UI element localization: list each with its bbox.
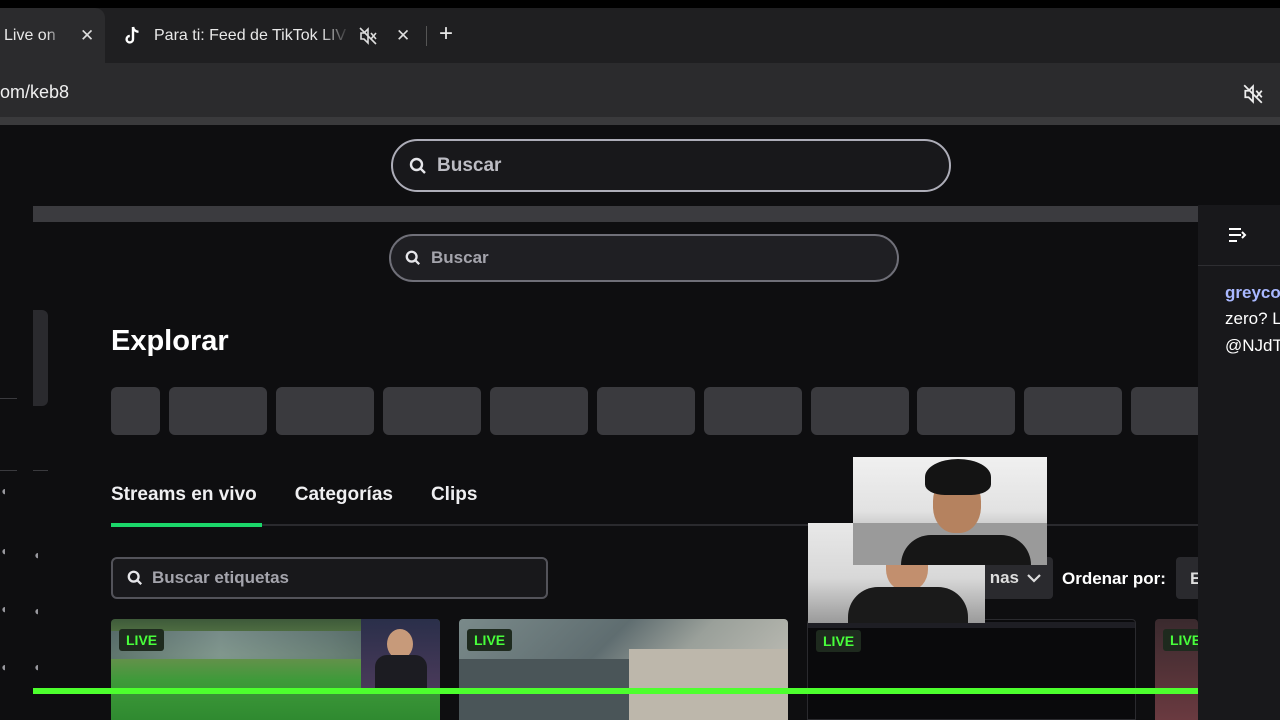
window-top-strip [0,0,1280,8]
search-icon [409,157,426,174]
tab-streams-en-vivo[interactable]: Streams en vivo [111,484,257,506]
rail-divider [0,470,17,471]
person-shirt [901,535,1031,565]
category-chip[interactable] [811,387,909,435]
tab-tiktok-feed[interactable]: Para ti: Feed de TikTok LIV ✕ [122,8,422,63]
tab-label: Live on [4,26,56,44]
person-hair [925,459,991,495]
tag-search-placeholder: Buscar etiquetas [152,568,289,587]
category-chip[interactable] [704,387,802,435]
chrome-divider [0,117,1280,125]
inner-frame-top-bar [33,206,1198,222]
language-label: nas [989,568,1019,587]
tab-clips[interactable]: Clips [431,484,477,506]
search-input-inner[interactable]: Buscar [389,234,899,282]
category-chip[interactable] [597,387,695,435]
category-chip[interactable] [1131,387,1198,435]
tab-label: Para ti: Feed de TikTok LIV [154,26,347,44]
sort-label: Ordenar por: [1062,569,1166,588]
explore-tabs: Streams en vivo Categorías Clips [111,484,477,506]
search-placeholder: Buscar [437,154,502,176]
webcam-overlay-front [853,457,1047,565]
chat-username[interactable]: greyco [1225,283,1280,303]
live-badge: LIVE [119,629,165,651]
chat-collapse-icon[interactable] [1229,228,1247,247]
close-tab-icon[interactable]: ✕ [396,26,410,46]
stream-thumbnail[interactable]: LIVE [807,619,1136,720]
address-bar[interactable] [0,63,1280,117]
game-ground [629,649,788,720]
search-icon [127,570,143,586]
page-title: Explorar [111,325,229,357]
live-badge: LIVE [816,630,862,652]
category-chip[interactable] [276,387,374,435]
tiktok-icon [122,26,142,46]
chat-top-area [1198,125,1280,205]
search-placeholder: Buscar [431,248,489,267]
sort-value: E [1190,569,1198,588]
channel-icon[interactable]: ◖ [33,660,41,674]
close-tab-icon[interactable]: ✕ [80,26,94,46]
tab-live[interactable]: Live on ✕ [0,8,105,63]
tab-categorias[interactable]: Categorías [295,484,393,506]
chat-panel [1198,125,1280,720]
category-chip[interactable] [1024,387,1122,435]
channel-icon[interactable]: ◖ [0,660,8,674]
left-rail [0,125,33,720]
stream-thumbnail[interactable]: LIVE [459,619,788,720]
active-tab-indicator [111,523,262,527]
url-text[interactable]: om/keb8 [0,82,69,103]
new-tab-button[interactable]: + [439,20,453,48]
channel-icon[interactable]: ◖ [0,602,8,616]
channel-icon[interactable]: ◖ [0,544,8,558]
live-badge: LIVE [1163,629,1198,651]
progress-line [33,688,1198,694]
rail-divider [33,470,48,471]
streamer-body [375,655,427,689]
category-chip[interactable] [111,387,160,435]
sort-dropdown[interactable]: E [1176,557,1198,599]
chat-message-line: @NJdT [1225,336,1280,355]
category-chip[interactable] [169,387,267,435]
streamer-cam [361,619,440,689]
person-shirt [848,587,968,623]
muted-icon[interactable] [358,26,378,46]
channel-icon[interactable]: ◖ [33,604,41,618]
chat-message-line: zero? L [1225,309,1280,328]
tab-divider [426,26,427,46]
site-muted-icon[interactable] [1242,83,1264,110]
tag-search-input[interactable]: Buscar etiquetas [111,557,548,599]
sidebar-collapse-handle[interactable] [33,310,48,406]
category-chip[interactable] [917,387,1015,435]
rail-divider [0,398,17,399]
category-chip[interactable] [490,387,588,435]
stream-thumbnail[interactable]: LIVE [1155,619,1198,720]
channel-icon[interactable]: ◖ [33,548,41,562]
chat-divider [1198,265,1280,266]
search-input-top[interactable]: Buscar [391,139,951,192]
category-chip[interactable] [383,387,481,435]
search-icon [405,250,421,266]
stream-thumbnail[interactable]: LIVE [111,619,440,720]
live-badge: LIVE [467,629,513,651]
chevron-down-icon [1027,574,1041,583]
channel-icon[interactable]: ◖ [0,484,8,498]
